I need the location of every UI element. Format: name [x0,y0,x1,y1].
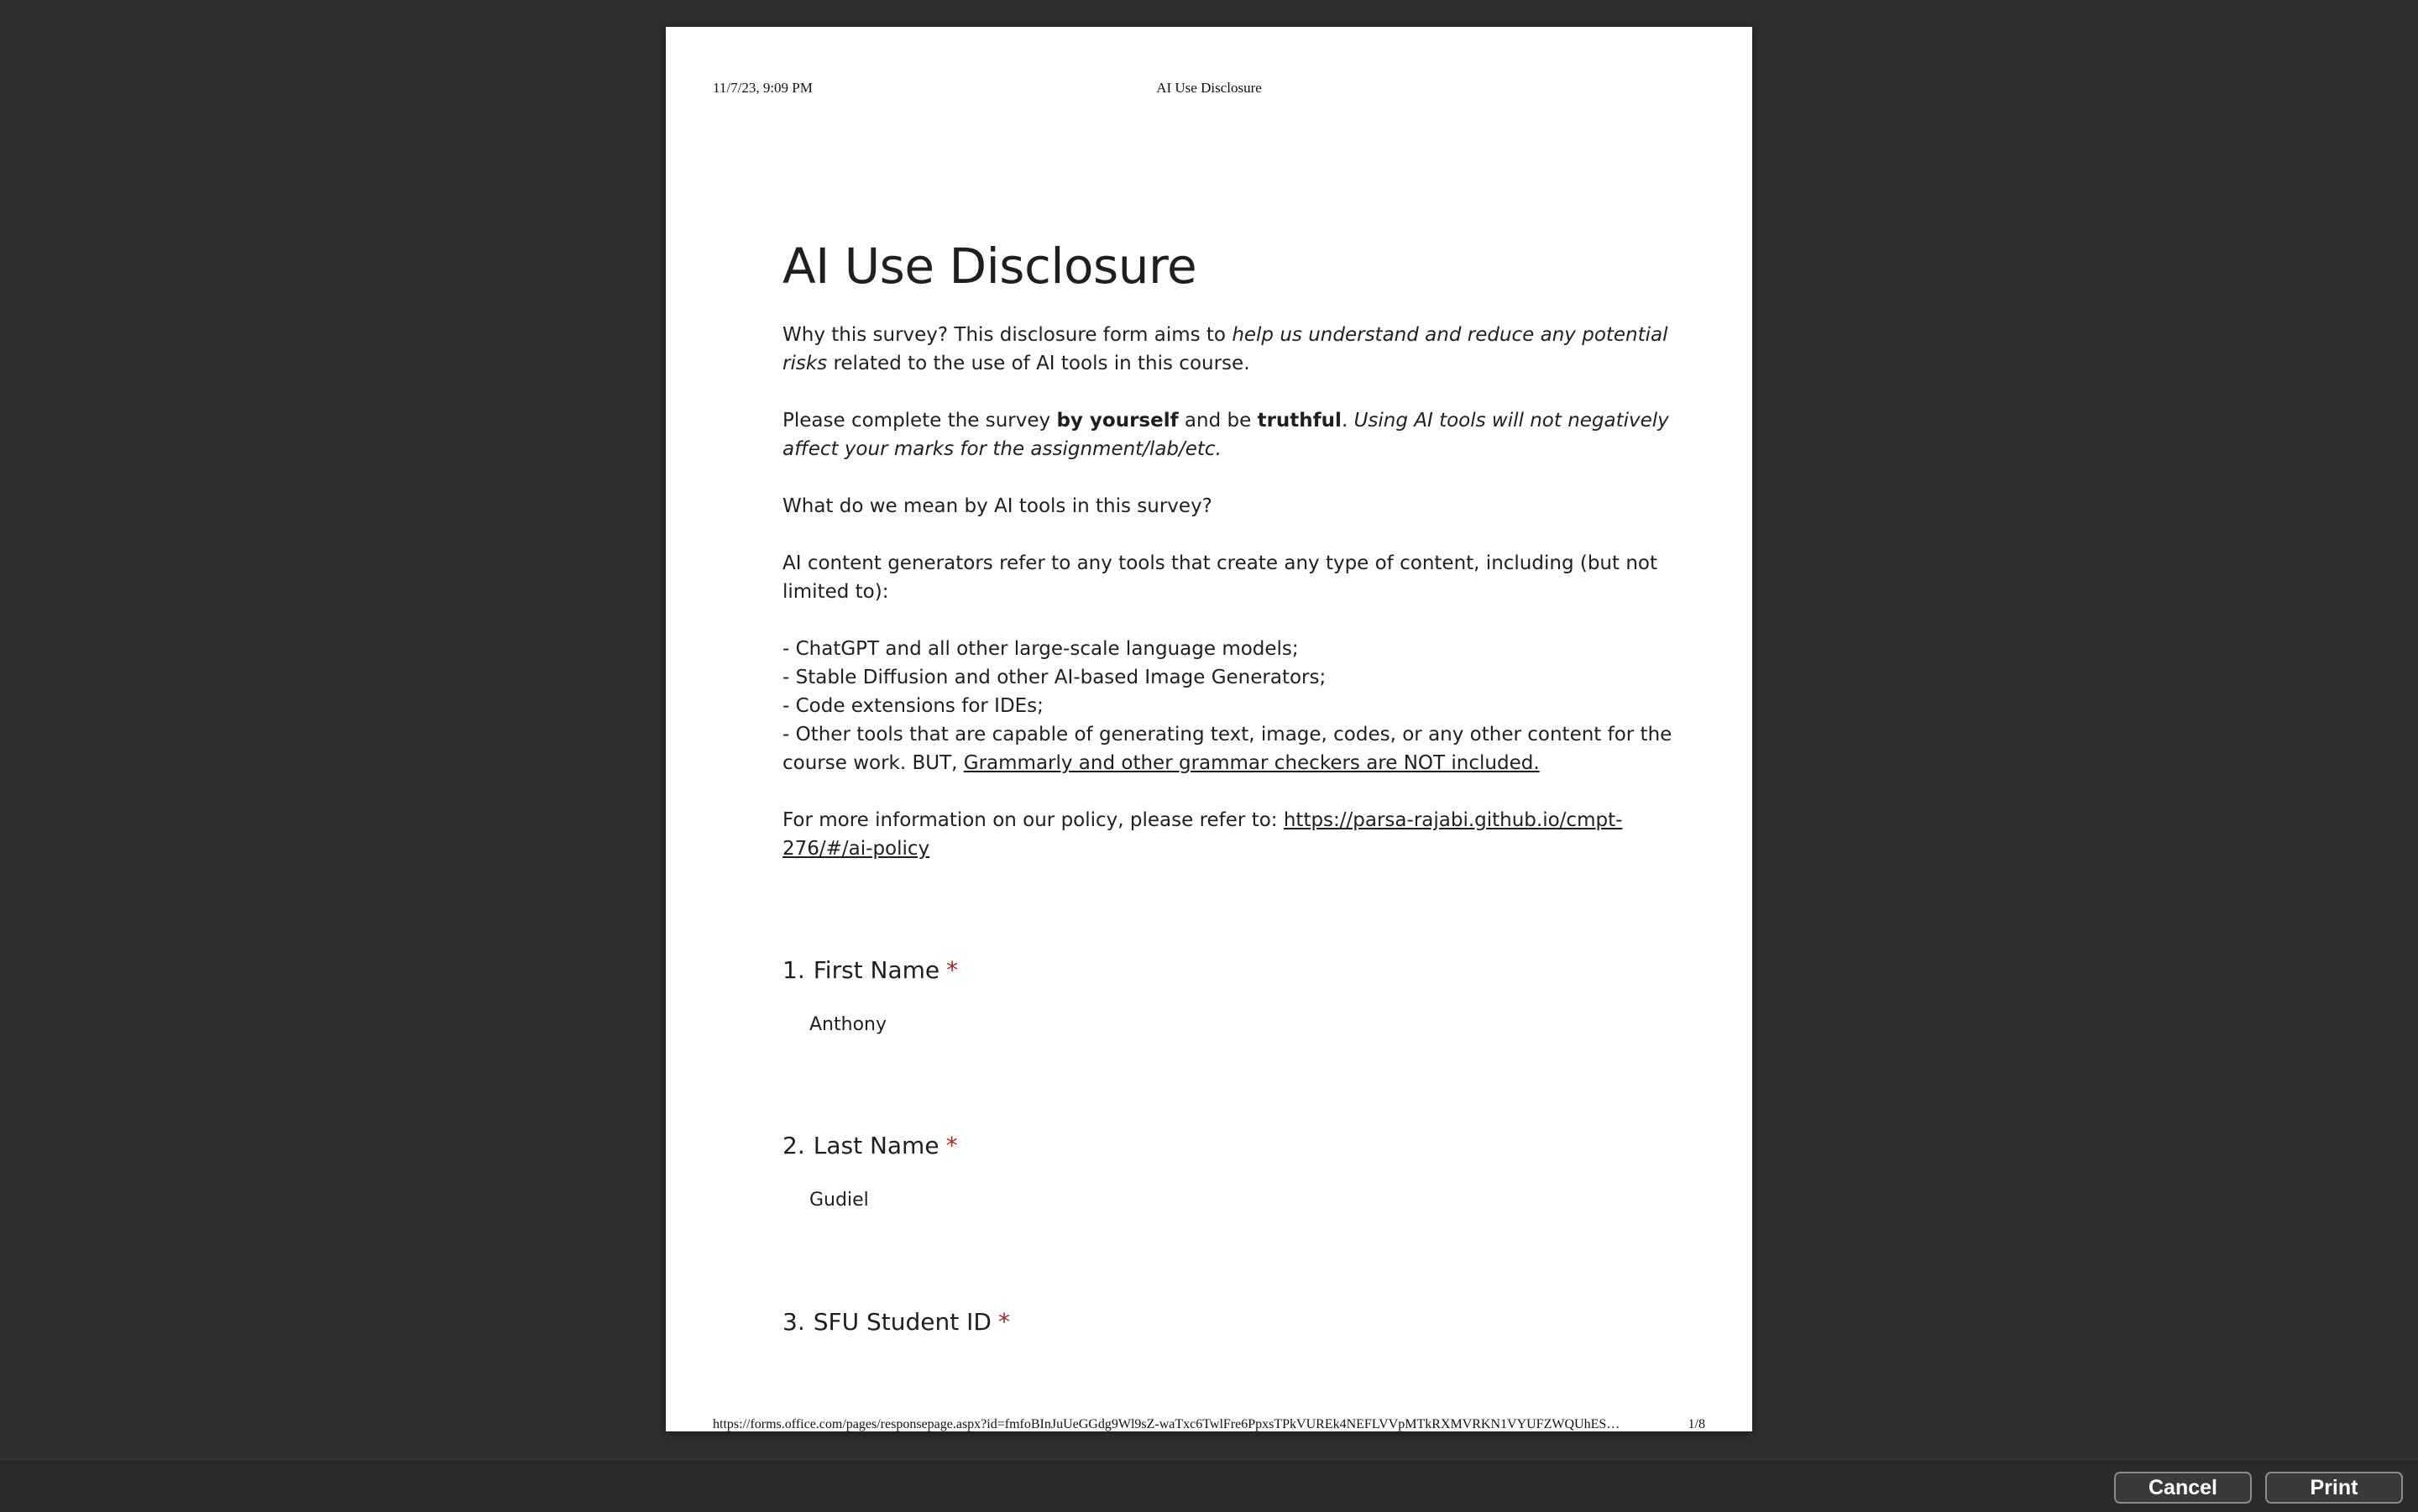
question-number: 1. [782,956,805,984]
required-asterisk: * [946,956,959,984]
question-first-name: 1. First Name * Anthony [782,956,1622,1035]
list-item: - Stable Diffusion and other AI-based Im… [782,667,1327,688]
page-header-title: AI Use Disclosure [1156,80,1262,96]
list-item: - Code extensions for IDEs; [782,695,1044,717]
page-footer-url: https://forms.office.com/pages/responsep… [713,1417,1620,1431]
form-title: AI Use Disclosure [782,238,1197,295]
answer-value: Anthony [809,1014,887,1035]
description-question-heading: What do we mean by AI tools in this surv… [782,495,1212,517]
ai-tools-list: - ChatGPT and all other large-scale lang… [782,635,1698,777]
form-description: Why this survey? This disclosure form ai… [782,321,1698,863]
question-label: Last Name [813,1132,939,1159]
question-student-id: 3. SFU Student ID * [782,1308,1622,1336]
list-item: - ChatGPT and all other large-scale lang… [782,638,1299,660]
question-number: 3. [782,1308,805,1336]
page-number: 1/8 [1688,1417,1705,1431]
policy-paragraph: For more information on our policy, plea… [782,809,1623,860]
print-dialog-bar: Cancel Print [0,1459,2418,1512]
preview-page: 11/7/23, 9:09 PM AI Use Disclosure AI Us… [666,27,1752,1431]
answer-value: Gudiel [809,1190,869,1211]
question-label: First Name [813,956,940,984]
description-definition: AI content generators refer to any tools… [782,552,1658,603]
required-asterisk: * [945,1132,958,1159]
question-number: 2. [782,1132,805,1159]
grammarly-exclusion-note: Grammarly and other grammar checkers are… [963,752,1540,774]
required-asterisk: * [997,1308,1010,1336]
description-paragraph-why: Why this survey? This disclosure form ai… [782,324,1668,374]
description-paragraph-instructions: Please complete the survey by yourself a… [782,410,1669,460]
list-item: - Other tools that are capable of genera… [782,724,1672,774]
cancel-button[interactable]: Cancel [2114,1472,2252,1504]
question-label: SFU Student ID [813,1308,992,1336]
form-content: AI Use Disclosure Why this survey? This … [782,237,1698,892]
question-last-name: 2. Last Name * Gudiel [782,1132,1622,1211]
print-preview-area: 11/7/23, 9:09 PM AI Use Disclosure AI Us… [0,0,2418,1459]
print-button[interactable]: Print [2265,1472,2403,1504]
